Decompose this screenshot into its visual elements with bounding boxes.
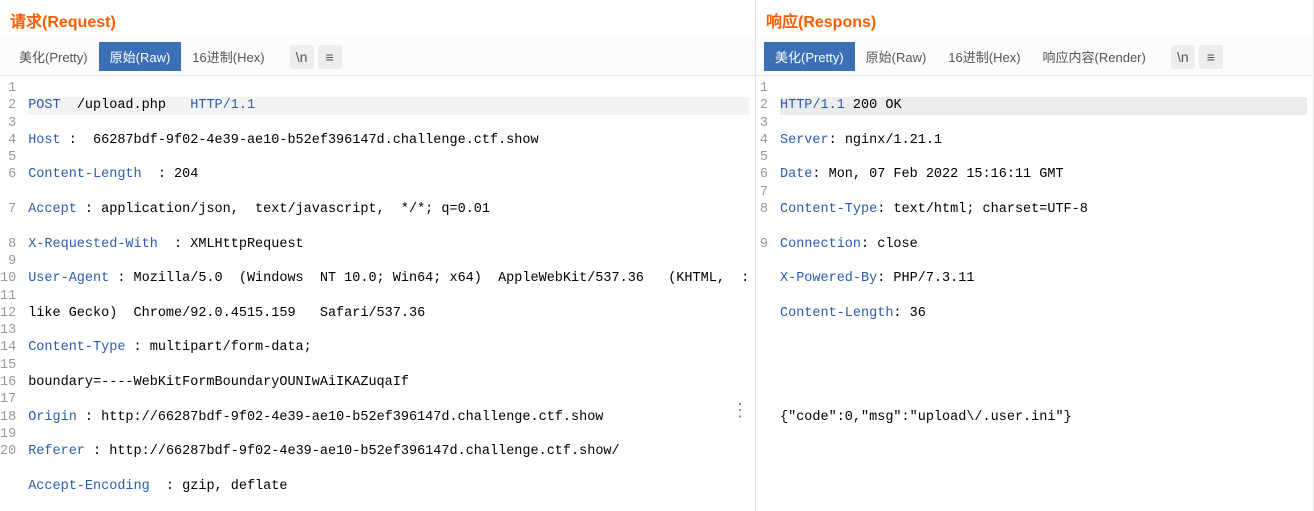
newline-toggle-resp[interactable]: \n [1171,45,1195,69]
request-toolbar: 美化(Pretty) 原始(Raw) 16进制(Hex) \n ≡ [0,38,755,76]
menu-icon[interactable]: ≡ [318,45,342,69]
response-lines: HTTP/1.1 200 OK Server: nginx/1.21.1 Dat… [776,76,1313,511]
response-toolbar: 美化(Pretty) 原始(Raw) 16进制(Hex) 响应内容(Render… [756,38,1313,76]
tab-pretty[interactable]: 美化(Pretty) [8,42,99,71]
request-lines: POST /upload.php HTTP/1.1 Host : 66287bd… [24,76,755,511]
request-title: 请求(Request) [0,0,755,38]
newline-toggle[interactable]: \n [290,45,314,69]
request-panel: 请求(Request) 美化(Pretty) 原始(Raw) 16进制(Hex)… [0,0,756,511]
response-gutter: 12345678 9 [756,76,776,511]
tab-hex-resp[interactable]: 16进制(Hex) [937,42,1031,71]
request-code[interactable]: 123456 7 891011121314151617181920 POST /… [0,76,755,511]
more-dots-icon[interactable]: ⋮ [731,403,749,421]
response-title: 响应(Respons) [756,0,1313,38]
tab-render-resp[interactable]: 响应内容(Render) [1032,42,1157,71]
tab-pretty-resp[interactable]: 美化(Pretty) [764,42,855,71]
tab-raw[interactable]: 原始(Raw) [99,42,182,71]
response-code[interactable]: 12345678 9 HTTP/1.1 200 OK Server: nginx… [756,76,1313,511]
tab-raw-resp[interactable]: 原始(Raw) [855,42,938,71]
tab-hex[interactable]: 16进制(Hex) [181,42,275,71]
response-panel: 响应(Respons) 美化(Pretty) 原始(Raw) 16进制(Hex)… [756,0,1314,511]
menu-icon-resp[interactable]: ≡ [1199,45,1223,69]
request-gutter: 123456 7 891011121314151617181920 [0,76,24,511]
